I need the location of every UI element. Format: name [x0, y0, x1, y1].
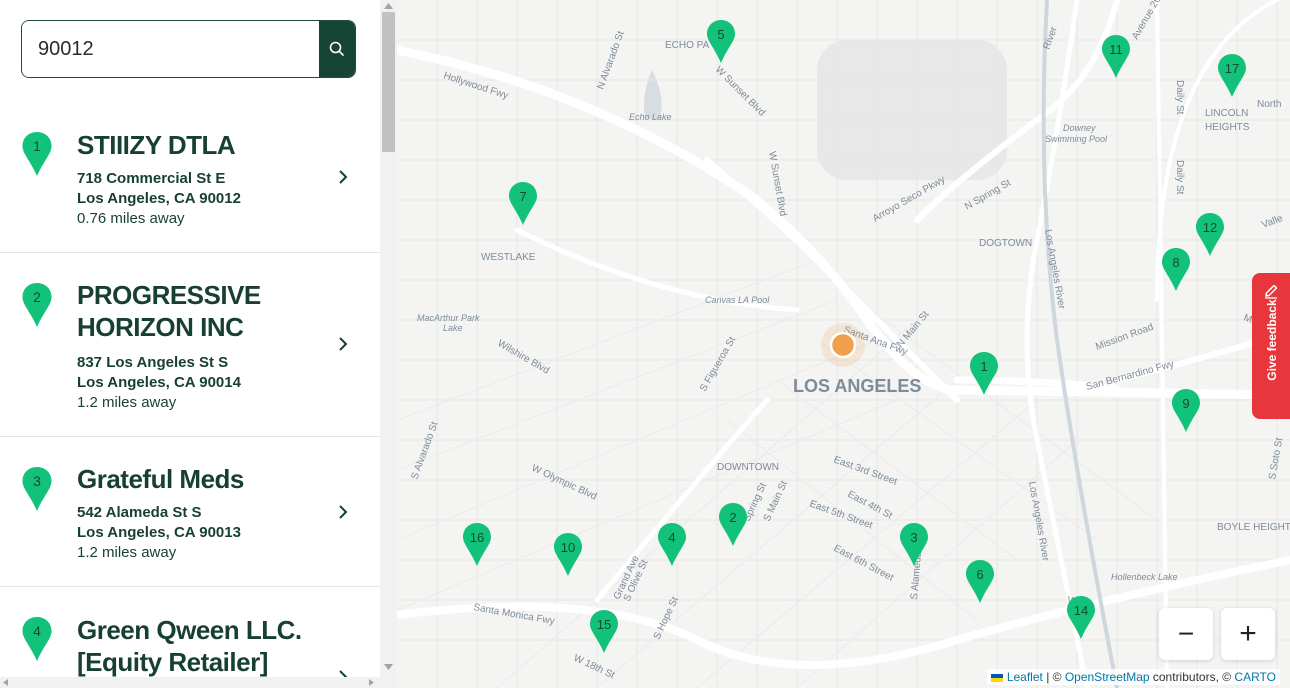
- result-address-line2: Los Angeles, CA 90012: [77, 190, 241, 207]
- map-label: Canvas LA Pool: [705, 295, 770, 305]
- svg-text:5: 5: [717, 27, 724, 42]
- map-label: Hollenbeck Lake: [1111, 572, 1178, 582]
- carto-link[interactable]: CARTO: [1234, 670, 1276, 684]
- search-input[interactable]: [22, 21, 319, 77]
- result-name[interactable]: PROGRESSIVE HORIZON INC: [77, 279, 337, 343]
- attribution-text: | ©: [1042, 670, 1065, 684]
- ukraine-flag-icon: [991, 673, 1004, 682]
- map-label: DOWNTOWN: [717, 462, 779, 473]
- map-attribution: Leaflet | © OpenStreetMap contributors, …: [987, 669, 1280, 685]
- result-distance: 0.76 miles away: [77, 210, 185, 227]
- chevron-right-icon[interactable]: [336, 169, 350, 185]
- result-item[interactable]: 2 PROGRESSIVE HORIZON INC 837 Los Angele…: [0, 253, 380, 437]
- svg-text:14: 14: [1074, 603, 1088, 618]
- map-label: HEIGHTS: [1205, 122, 1250, 133]
- results-sidebar: 1 STIIIZY DTLA 718 Commercial St E Los A…: [0, 0, 380, 688]
- search-button[interactable]: [319, 21, 355, 77]
- svg-text:1: 1: [33, 138, 41, 154]
- map-label: ECHO PA: [665, 40, 710, 51]
- map-view[interactable]: ECHO PA WESTLAKE DOWNTOWN DOGTOWN LINCOL…: [397, 0, 1290, 688]
- result-address-line1: 542 Alameda St S: [77, 504, 202, 521]
- svg-text:7: 7: [519, 189, 526, 204]
- result-item[interactable]: 3 Grateful Meds 542 Alameda St S Los Ang…: [0, 437, 380, 587]
- scroll-right-icon[interactable]: [369, 679, 375, 686]
- map-label: MacArthur Park: [417, 313, 480, 323]
- result-address-line2: Los Angeles, CA 90013: [77, 524, 241, 541]
- svg-text:10: 10: [561, 540, 575, 555]
- attribution-text: contributors, ©: [1149, 670, 1235, 684]
- map-pin-icon: 4: [22, 617, 52, 661]
- feedback-label: Give feedback: [1265, 299, 1279, 381]
- svg-text:16: 16: [470, 530, 484, 545]
- result-name[interactable]: STIIIZY DTLA: [77, 129, 337, 161]
- svg-text:1: 1: [980, 359, 987, 374]
- zoom-out-button[interactable]: −: [1159, 608, 1213, 660]
- result-address-line1: 837 Los Angeles St S: [77, 354, 229, 371]
- osm-link[interactable]: OpenStreetMap: [1065, 670, 1150, 684]
- svg-text:17: 17: [1225, 61, 1239, 76]
- map-label: Lake: [443, 323, 463, 333]
- map-label: Downey: [1063, 123, 1096, 133]
- svg-text:2: 2: [729, 510, 736, 525]
- map-label: North: [1257, 99, 1281, 110]
- result-name[interactable]: Green Qween LLC. [Equity Retailer]: [77, 614, 337, 678]
- chevron-right-icon[interactable]: [336, 336, 350, 352]
- leaflet-link[interactable]: Leaflet: [1007, 670, 1043, 684]
- map-label: Daily St: [1174, 160, 1185, 195]
- result-address-line2: Los Angeles, CA 90014: [77, 374, 241, 391]
- horizontal-scrollbar[interactable]: [0, 677, 380, 688]
- result-address-line1: 718 Commercial St E: [77, 170, 226, 187]
- sidebar-scrollbar[interactable]: [380, 0, 397, 688]
- svg-text:2: 2: [33, 289, 41, 305]
- svg-text:3: 3: [910, 530, 917, 545]
- map-pin-icon: 2: [22, 283, 52, 327]
- svg-text:8: 8: [1172, 255, 1179, 270]
- map-label: LOS ANGELES: [793, 376, 921, 396]
- map-label: Swimming Pool: [1045, 134, 1108, 144]
- svg-text:6: 6: [976, 567, 983, 582]
- map-label: WESTLAKE: [481, 252, 536, 263]
- svg-text:12: 12: [1203, 220, 1217, 235]
- search-box: [21, 20, 356, 78]
- map-label: Echo Lake: [629, 112, 672, 122]
- give-feedback-button[interactable]: Give feedback: [1252, 273, 1290, 419]
- svg-text:4: 4: [33, 623, 41, 639]
- search-icon: [329, 41, 344, 56]
- map-pin-icon: 1: [22, 132, 52, 176]
- map-canvas[interactable]: ECHO PA WESTLAKE DOWNTOWN DOGTOWN LINCOL…: [397, 0, 1290, 688]
- map-label: Daily St: [1174, 80, 1185, 115]
- map-label: BOYLE HEIGHTS: [1217, 522, 1290, 533]
- result-item[interactable]: 4 Green Qween LLC. [Equity Retailer]: [0, 587, 380, 688]
- svg-text:4: 4: [668, 530, 675, 545]
- zoom-out-icon: −: [1177, 618, 1195, 649]
- map-label: LINCOLN: [1205, 108, 1248, 119]
- map-label: DOGTOWN: [979, 238, 1032, 249]
- result-distance: 1.2 miles away: [77, 394, 177, 411]
- map-pin-icon: 3: [22, 467, 52, 511]
- scroll-up-icon[interactable]: [384, 3, 393, 9]
- scroll-left-icon[interactable]: [3, 679, 9, 686]
- result-item[interactable]: 1 STIIIZY DTLA 718 Commercial St E Los A…: [0, 110, 380, 253]
- chevron-right-icon[interactable]: [336, 504, 350, 520]
- svg-text:9: 9: [1182, 396, 1189, 411]
- svg-text:3: 3: [33, 473, 41, 489]
- svg-text:11: 11: [1109, 42, 1123, 57]
- scroll-down-icon[interactable]: [384, 664, 393, 670]
- zoom-in-button[interactable]: +: [1221, 608, 1275, 660]
- zoom-in-icon: +: [1239, 617, 1257, 650]
- result-distance: 1.2 miles away: [77, 544, 177, 561]
- scrollbar-thumb[interactable]: [382, 12, 395, 152]
- svg-text:15: 15: [597, 617, 611, 632]
- result-name[interactable]: Grateful Meds: [77, 463, 337, 495]
